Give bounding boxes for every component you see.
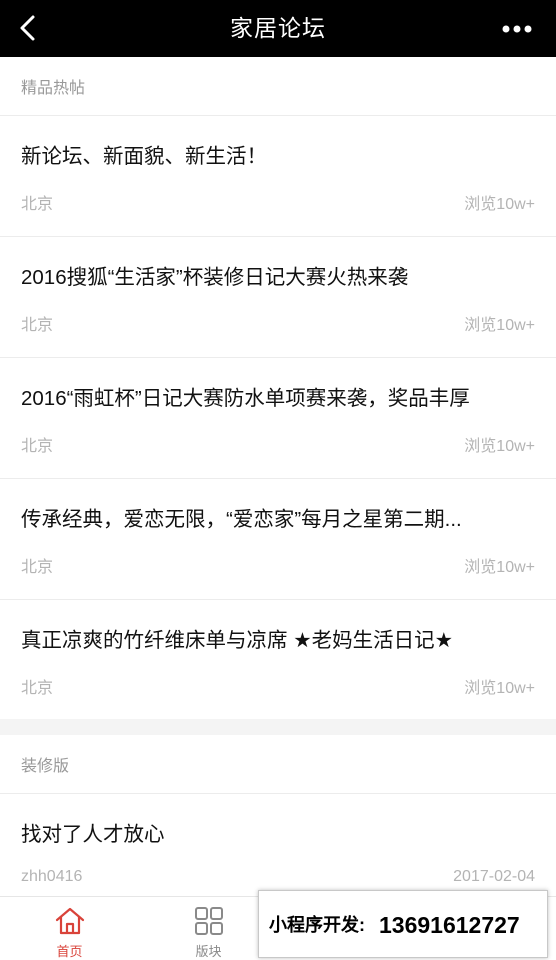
post-title: 新论坛、新面貌、新生活！ bbox=[21, 145, 267, 168]
section-divider bbox=[0, 719, 556, 735]
post-views: 浏览10w+ bbox=[464, 196, 535, 213]
post-title: 找对了人才放心 bbox=[21, 823, 165, 846]
post-views: 浏览10w+ bbox=[464, 680, 535, 697]
post-date: 2017-02-04 bbox=[453, 868, 535, 885]
tab-home[interactable]: 首页 bbox=[0, 897, 139, 960]
post-item[interactable]: 传承经典，爱恋无限，“爱恋家”每月之星第二期... 北京 浏览10w+ bbox=[0, 479, 556, 600]
post-views: 浏览10w+ bbox=[464, 559, 535, 576]
post-item[interactable]: 真正凉爽的竹纤维床单与凉席 ★老妈生活日记★ 北京 浏览10w+ bbox=[0, 600, 556, 721]
post-location: 北京 bbox=[21, 196, 54, 213]
post-title: 传承经典，爱恋无限，“爱恋家”每月之星第二期... bbox=[21, 508, 462, 531]
promo-banner: 小程序开发: 13691612727 bbox=[258, 890, 548, 958]
post-title: 真正凉爽的竹纤维床单与凉席 ★老妈生活日记★ bbox=[21, 629, 453, 652]
grid-icon bbox=[194, 907, 223, 935]
post-views: 浏览10w+ bbox=[464, 317, 535, 334]
post-location: 北京 bbox=[21, 438, 54, 455]
post-views: 浏览10w+ bbox=[464, 438, 535, 455]
post-item[interactable]: 2016搜狐“生活家”杯装修日记大赛火热来袭 北京 浏览10w+ bbox=[0, 237, 556, 358]
section-title-renovation: 装修版 bbox=[0, 735, 556, 794]
page-title: 家居论坛 bbox=[230, 15, 326, 41]
section-title-featured: 精品热帖 bbox=[0, 57, 556, 116]
post-title: 2016“雨虹杯”日记大赛防水单项赛来袭，奖品丰厚 bbox=[21, 387, 470, 410]
post-item[interactable]: 2016“雨虹杯”日记大赛防水单项赛来袭，奖品丰厚 北京 浏览10w+ bbox=[0, 358, 556, 479]
post-item[interactable]: 新论坛、新面貌、新生活！ 北京 浏览10w+ bbox=[0, 116, 556, 237]
tab-home-label: 首页 bbox=[56, 944, 83, 959]
promo-label: 小程序开发: bbox=[269, 915, 365, 935]
top-navigation-bar: 家居论坛 bbox=[0, 0, 556, 57]
post-author: zhh0416 bbox=[21, 868, 83, 885]
post-location: 北京 bbox=[21, 559, 54, 576]
promo-phone: 13691612727 bbox=[379, 912, 520, 938]
post-location: 北京 bbox=[21, 317, 54, 334]
more-options-icon[interactable] bbox=[502, 24, 532, 34]
post-title: 2016搜狐“生活家”杯装修日记大赛火热来袭 bbox=[21, 266, 409, 289]
post-location: 北京 bbox=[21, 680, 54, 697]
home-icon bbox=[55, 907, 84, 935]
